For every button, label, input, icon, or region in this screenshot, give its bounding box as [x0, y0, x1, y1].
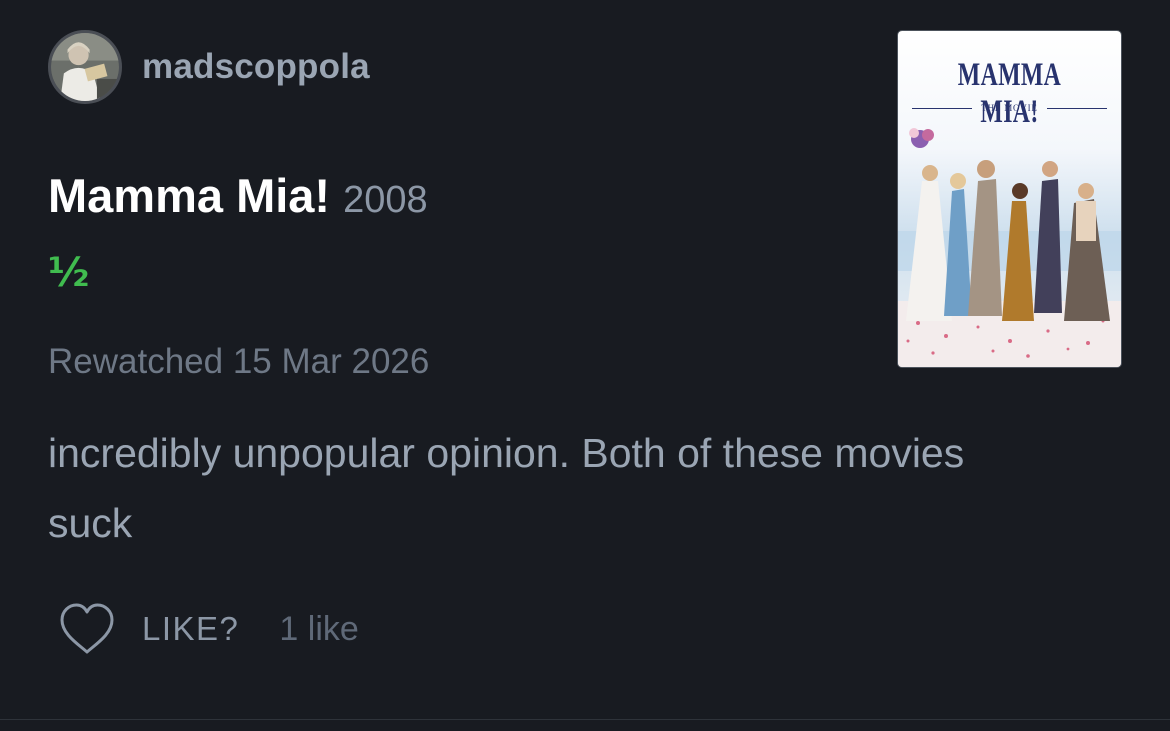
like-count[interactable]: 1 like — [279, 610, 358, 649]
watch-date: Rewatched 15 Mar 2026 — [48, 342, 430, 381]
review-text: incredibly unpopular opinion. Both of th… — [48, 430, 965, 546]
username[interactable]: madscoppola — [142, 47, 370, 87]
avatar[interactable] — [48, 30, 122, 104]
film-heading: Mamma Mia! 2008 — [48, 168, 428, 223]
heart-icon[interactable] — [58, 602, 116, 656]
film-year[interactable]: 2008 — [343, 179, 428, 222]
poster-rule-right — [1047, 108, 1107, 109]
film-title[interactable]: Mamma Mia! — [48, 168, 330, 223]
poster-title: MAMMA MIA! — [957, 57, 1062, 130]
like-actions: LIKE? 1 like — [58, 602, 359, 656]
like-button[interactable]: LIKE? — [142, 610, 239, 648]
divider — [0, 719, 1170, 720]
review-author[interactable]: madscoppola — [48, 30, 370, 104]
star-rating: ½ — [48, 250, 90, 296]
review-card: madscoppola Mamma Mia! 2008 ½ Rewatched … — [0, 0, 1170, 731]
film-poster[interactable]: MAMMA MIA! THE MOVIE — [897, 30, 1122, 368]
